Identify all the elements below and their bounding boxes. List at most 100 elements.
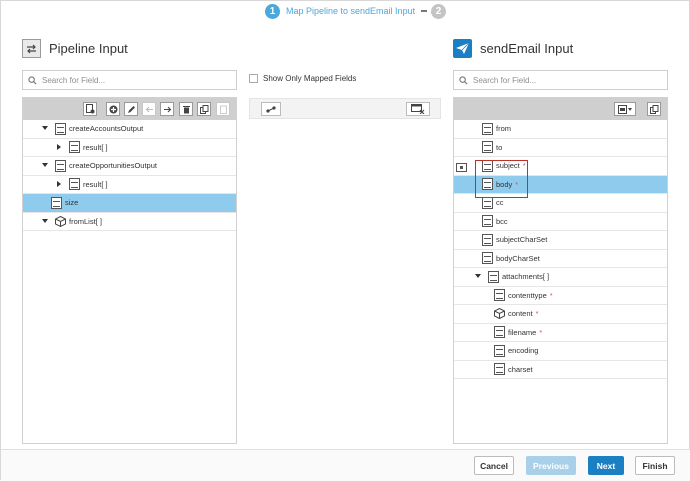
step-separator (421, 10, 428, 12)
copy-button[interactable] (647, 102, 661, 116)
tree-row-bodycharset[interactable]: bodyCharSet (454, 250, 667, 268)
send-email-icon (453, 39, 472, 58)
string-field-icon (494, 363, 505, 376)
field-label: content (508, 309, 533, 319)
tree-row-contenttype[interactable]: contenttype * (454, 287, 667, 305)
required-marker: * (535, 309, 539, 319)
tree-row-to[interactable]: to (454, 139, 667, 157)
field-label: subjectCharSet (496, 235, 548, 245)
left-search-input[interactable] (42, 75, 202, 85)
document-list-icon (69, 141, 80, 154)
string-field-icon (482, 141, 493, 154)
dialog-frame: 1 Map Pipeline to sendEmail Input 2 Pipe… (0, 0, 690, 481)
string-field-icon (482, 196, 493, 209)
add-button[interactable] (106, 102, 120, 116)
tree-row-fromlist[interactable]: fromList [ ] (23, 213, 236, 231)
string-field-icon (482, 122, 493, 135)
next-button[interactable]: Next (588, 456, 624, 475)
field-label: size (65, 198, 79, 208)
paste-icon (219, 105, 227, 114)
view-options-button[interactable] (614, 102, 636, 116)
step-1-indicator[interactable]: 1 (265, 3, 280, 19)
paste-button[interactable] (216, 102, 230, 116)
field-label: createAccountsOutput (69, 124, 144, 134)
pipeline-input-header: Pipeline Input (22, 39, 128, 58)
show-only-mapped-toggle[interactable]: Show Only Mapped Fields (249, 74, 356, 83)
object-cube-icon (494, 308, 505, 320)
tree-row-attachments[interactable]: attachments [ ] (454, 268, 667, 287)
field-label: to (496, 142, 503, 152)
clear-mapping-button[interactable] (406, 102, 430, 116)
right-search-input[interactable] (473, 75, 633, 85)
caret-down-icon[interactable] (41, 125, 49, 133)
clear-mapping-icon (411, 104, 425, 114)
field-label: filename (508, 327, 537, 337)
edit-button[interactable] (124, 102, 138, 116)
tree-row-filename[interactable]: filename * (454, 324, 667, 342)
show-only-mapped-label: Show Only Mapped Fields (263, 74, 357, 83)
tree-row-subjectcharset[interactable]: subjectCharSet (454, 231, 667, 250)
step-2-indicator[interactable]: 2 (431, 3, 447, 19)
move-right-button[interactable] (160, 102, 174, 116)
caret-right-icon[interactable] (55, 180, 63, 188)
sendemail-input-title: sendEmail Input (480, 41, 574, 56)
sendemail-input-tree: from to subject * body * cc bcc subjectC… (453, 97, 668, 444)
mapping-marker-icon[interactable] (456, 163, 467, 172)
field-label: charset (508, 364, 533, 374)
left-tree-toolbar (23, 98, 236, 120)
highlight-box (475, 160, 528, 198)
tree-row-charset[interactable]: charset (454, 361, 667, 379)
required-marker: * (539, 327, 543, 337)
string-field-icon (482, 233, 493, 246)
field-label: contenttype (508, 290, 547, 300)
caret-down-icon[interactable] (41, 217, 49, 225)
arrow-right-icon (163, 106, 171, 112)
copy-button[interactable] (197, 102, 211, 116)
copy-icon (649, 104, 658, 114)
caret-right-icon[interactable] (55, 143, 63, 151)
sendemail-input-header: sendEmail Input (453, 39, 573, 58)
pipeline-input-tree: createAccountsOutput result [ ] createOp… (22, 97, 237, 444)
pencil-icon (127, 105, 135, 113)
object-cube-icon (55, 215, 66, 227)
dialog-footer: Cancel Previous Next Finish (1, 449, 690, 481)
cancel-button[interactable]: Cancel (474, 456, 514, 475)
tree-row-size[interactable]: size (23, 194, 236, 213)
step-1-label[interactable]: Map Pipeline to sendEmail Input (286, 6, 415, 16)
field-label: encoding (508, 346, 539, 356)
document-list-icon (488, 270, 499, 283)
pipeline-icon (22, 39, 41, 58)
field-label: attachments (502, 272, 543, 282)
tree-row-from[interactable]: from (454, 120, 667, 139)
pipeline-input-title: Pipeline Input (49, 41, 128, 56)
left-search-box (22, 70, 237, 90)
link-button[interactable] (261, 102, 281, 116)
list-suffix: [ ] (101, 179, 108, 189)
tree-row-content[interactable]: content * (454, 305, 667, 324)
move-left-button[interactable] (142, 102, 156, 116)
right-tree-toolbar (454, 98, 667, 120)
list-suffix: [ ] (101, 142, 108, 152)
tree-row-result[interactable]: result [ ] (23, 176, 236, 194)
previous-button[interactable]: Previous (526, 456, 576, 475)
string-field-icon (51, 196, 62, 209)
search-icon (459, 75, 468, 85)
search-icon (28, 75, 37, 85)
document-list-icon (69, 178, 80, 191)
caret-down-icon[interactable] (41, 162, 49, 170)
finish-button[interactable]: Finish (635, 456, 675, 475)
new-doc-button[interactable] (83, 102, 97, 116)
string-field-icon (494, 289, 505, 302)
tree-row-bcc[interactable]: bcc (454, 213, 667, 231)
view-dropdown-icon (618, 104, 632, 114)
tree-row-createopportunitiesoutput[interactable]: createOpportunitiesOutput (23, 157, 236, 176)
show-only-mapped-checkbox[interactable] (249, 74, 258, 83)
tree-row-createaccountsoutput[interactable]: createAccountsOutput (23, 120, 236, 139)
field-label: bcc (496, 216, 508, 226)
caret-down-icon[interactable] (474, 273, 482, 281)
delete-button[interactable] (179, 102, 193, 116)
tree-row-encoding[interactable]: encoding (454, 342, 667, 361)
field-label: result (83, 142, 102, 152)
arrow-left-icon (145, 106, 153, 112)
tree-row-result[interactable]: result [ ] (23, 139, 236, 157)
